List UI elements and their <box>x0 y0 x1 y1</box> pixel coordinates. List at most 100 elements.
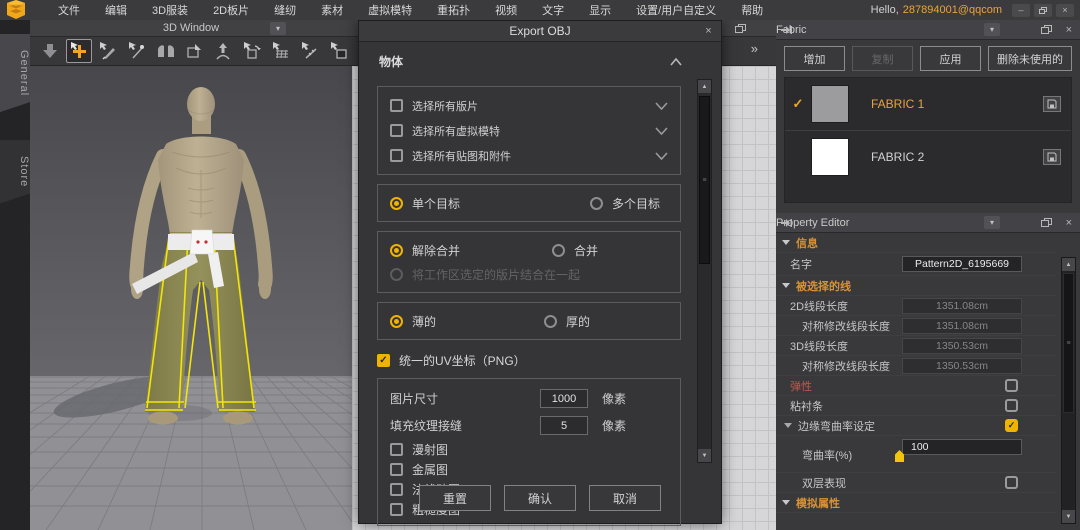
menu-item-material[interactable]: 素材 <box>321 2 343 18</box>
checkbox-metal-map[interactable] <box>390 462 403 476</box>
bonding-checkbox[interactable] <box>1005 399 1018 412</box>
tab-general[interactable]: General <box>0 34 30 112</box>
dialog-scrollbar[interactable]: ▲ ≡ ▼ <box>697 79 712 463</box>
menu-item-2d-pattern[interactable]: 2D板片 <box>213 2 249 18</box>
panel-pin-icon[interactable] <box>780 218 792 228</box>
3d-viewport[interactable] <box>30 66 352 530</box>
float-icon[interactable] <box>1041 25 1052 34</box>
section-collapse-icon[interactable] <box>782 500 790 505</box>
property-close-button[interactable]: × <box>1066 217 1072 229</box>
save-fabric-button[interactable] <box>1043 96 1061 112</box>
cancel-button[interactable]: 取消 <box>589 485 661 511</box>
select-point-tool-button[interactable] <box>124 39 150 63</box>
minimize-button[interactable]: – <box>1012 3 1030 17</box>
menu-item-settings[interactable]: 设置/用户自定义 <box>636 2 716 18</box>
checkbox-diffuse-map[interactable] <box>390 442 403 456</box>
scroll-up-icon[interactable]: ▲ <box>1062 258 1075 271</box>
fabric-name[interactable]: FABRIC 2 <box>871 150 924 164</box>
scrollbar-thumb[interactable]: ≡ <box>1063 273 1074 413</box>
checkbox-unified-uv[interactable]: ✓ <box>377 354 390 367</box>
fabric-dropdown-button[interactable]: ▾ <box>984 23 1000 36</box>
section-collapse-icon[interactable] <box>784 423 792 428</box>
confirm-button[interactable]: 确认 <box>504 485 576 511</box>
texture-edit-tool-button[interactable] <box>326 39 352 63</box>
elastic-checkbox[interactable] <box>1005 379 1018 392</box>
select-mesh-tool-button[interactable] <box>95 39 121 63</box>
section-collapse-icon[interactable] <box>782 283 790 288</box>
restore-button[interactable] <box>1034 3 1052 17</box>
fabric-list-item[interactable]: ✓ FABRIC 1 <box>785 78 1071 130</box>
menu-item-help[interactable]: 帮助 <box>741 2 763 18</box>
garment-tool-button[interactable] <box>153 39 179 63</box>
panel-pin-icon[interactable] <box>780 25 792 35</box>
scroll-down-icon[interactable]: ▼ <box>698 449 711 462</box>
collapse-section-icon[interactable] <box>669 57 683 66</box>
dialog-close-button[interactable]: × <box>701 24 716 38</box>
name-value-input[interactable]: Pattern2D_6195669 <box>902 256 1022 272</box>
scroll-down-icon[interactable]: ▼ <box>1062 510 1075 523</box>
chevron-down-icon[interactable] <box>655 101 668 110</box>
radio-weld[interactable] <box>552 243 566 257</box>
curvature-checkbox[interactable]: ✓ <box>1005 419 1018 432</box>
float-icon[interactable] <box>1041 218 1052 227</box>
scroll-up-icon[interactable]: ▲ <box>698 80 711 93</box>
menu-item-sewing[interactable]: 缝纫 <box>274 2 296 18</box>
fabric-swatch[interactable] <box>811 137 849 176</box>
add-fabric-button[interactable]: 增加 <box>784 46 845 71</box>
checkbox-select-avatars[interactable] <box>390 124 403 137</box>
curvature-section-row[interactable]: 边缘弯曲率设定 ✓ <box>776 416 1056 436</box>
selected-line-section-row[interactable]: 被选择的线 <box>776 276 1056 296</box>
account-area[interactable]: Hello, 287894001@qqcom <box>871 4 1002 16</box>
delete-unused-fabric-button[interactable]: 删除未使用的 <box>988 46 1072 71</box>
select-all-patterns-row[interactable]: 选择所有版片 <box>390 93 668 118</box>
menu-item-file[interactable]: 文件 <box>58 2 80 18</box>
scrollbar-thumb[interactable]: ≡ <box>699 96 710 264</box>
menu-item-text[interactable]: 文字 <box>542 2 564 18</box>
select-all-textures-row[interactable]: 选择所有贴图和附件 <box>390 143 668 168</box>
checkbox-select-patterns[interactable] <box>390 99 403 112</box>
checkbox-select-textures[interactable] <box>390 149 403 162</box>
double-layer-checkbox[interactable] <box>1005 476 1018 489</box>
save-fabric-button[interactable] <box>1043 148 1061 165</box>
radio-multiple-objects[interactable] <box>590 196 604 210</box>
menu-item-avatar[interactable]: 虚拟模特 <box>368 2 412 18</box>
radio-unweld[interactable] <box>390 243 403 257</box>
app-logo-icon[interactable] <box>3 0 29 20</box>
fabric-close-button[interactable]: × <box>1066 24 1072 36</box>
curvature-value-input[interactable]: 100 <box>902 439 1022 455</box>
menu-item-video[interactable]: 视频 <box>495 2 517 18</box>
radio-single-object[interactable] <box>390 196 403 210</box>
account-email[interactable]: 287894001@qqcom <box>903 4 1002 16</box>
section-collapse-icon[interactable] <box>782 240 790 245</box>
chevron-down-icon[interactable] <box>655 151 668 160</box>
panel-dropdown-button[interactable]: ▾ <box>270 21 286 35</box>
rotate-pattern-tool-button[interactable] <box>239 39 265 63</box>
grid-transform-tool-button[interactable] <box>268 39 294 63</box>
toolbar-overflow-button[interactable]: » <box>751 41 758 56</box>
fabric-swatch[interactable] <box>811 85 849 123</box>
property-dropdown-button[interactable]: ▾ <box>984 216 1000 229</box>
copy-fabric-button[interactable]: 复制 <box>852 46 913 71</box>
menu-item-edit[interactable]: 编辑 <box>105 2 127 18</box>
reset-button[interactable]: 重置 <box>419 485 491 511</box>
select-move-tool-button[interactable] <box>65 39 92 63</box>
info-section-row[interactable]: 信息 <box>776 233 1056 253</box>
menu-item-retopology[interactable]: 重拓扑 <box>437 2 470 18</box>
apply-fabric-button[interactable]: 应用 <box>920 46 981 71</box>
menu-item-3d-garment[interactable]: 3D服装 <box>152 2 188 18</box>
property-scrollbar[interactable]: ▲ ≡ ▼ <box>1061 257 1076 524</box>
radio-thick[interactable] <box>544 314 558 328</box>
fabric-list-item[interactable]: FABRIC 2 <box>785 130 1071 182</box>
sewing-tool-button[interactable] <box>297 39 323 63</box>
radio-thin[interactable] <box>390 314 403 328</box>
close-button[interactable]: × <box>1056 3 1074 17</box>
float-icon[interactable] <box>735 23 746 33</box>
image-size-input[interactable] <box>540 389 588 408</box>
avatar-fit-tool-button[interactable] <box>210 39 236 63</box>
simulate-tool-button[interactable] <box>37 39 63 63</box>
fabric-name[interactable]: FABRIC 1 <box>871 97 924 111</box>
menu-item-display[interactable]: 显示 <box>589 2 611 18</box>
seam-fill-input[interactable] <box>540 416 588 435</box>
chevron-down-icon[interactable] <box>655 126 668 135</box>
select-all-avatars-row[interactable]: 选择所有虚拟模特 <box>390 118 668 143</box>
